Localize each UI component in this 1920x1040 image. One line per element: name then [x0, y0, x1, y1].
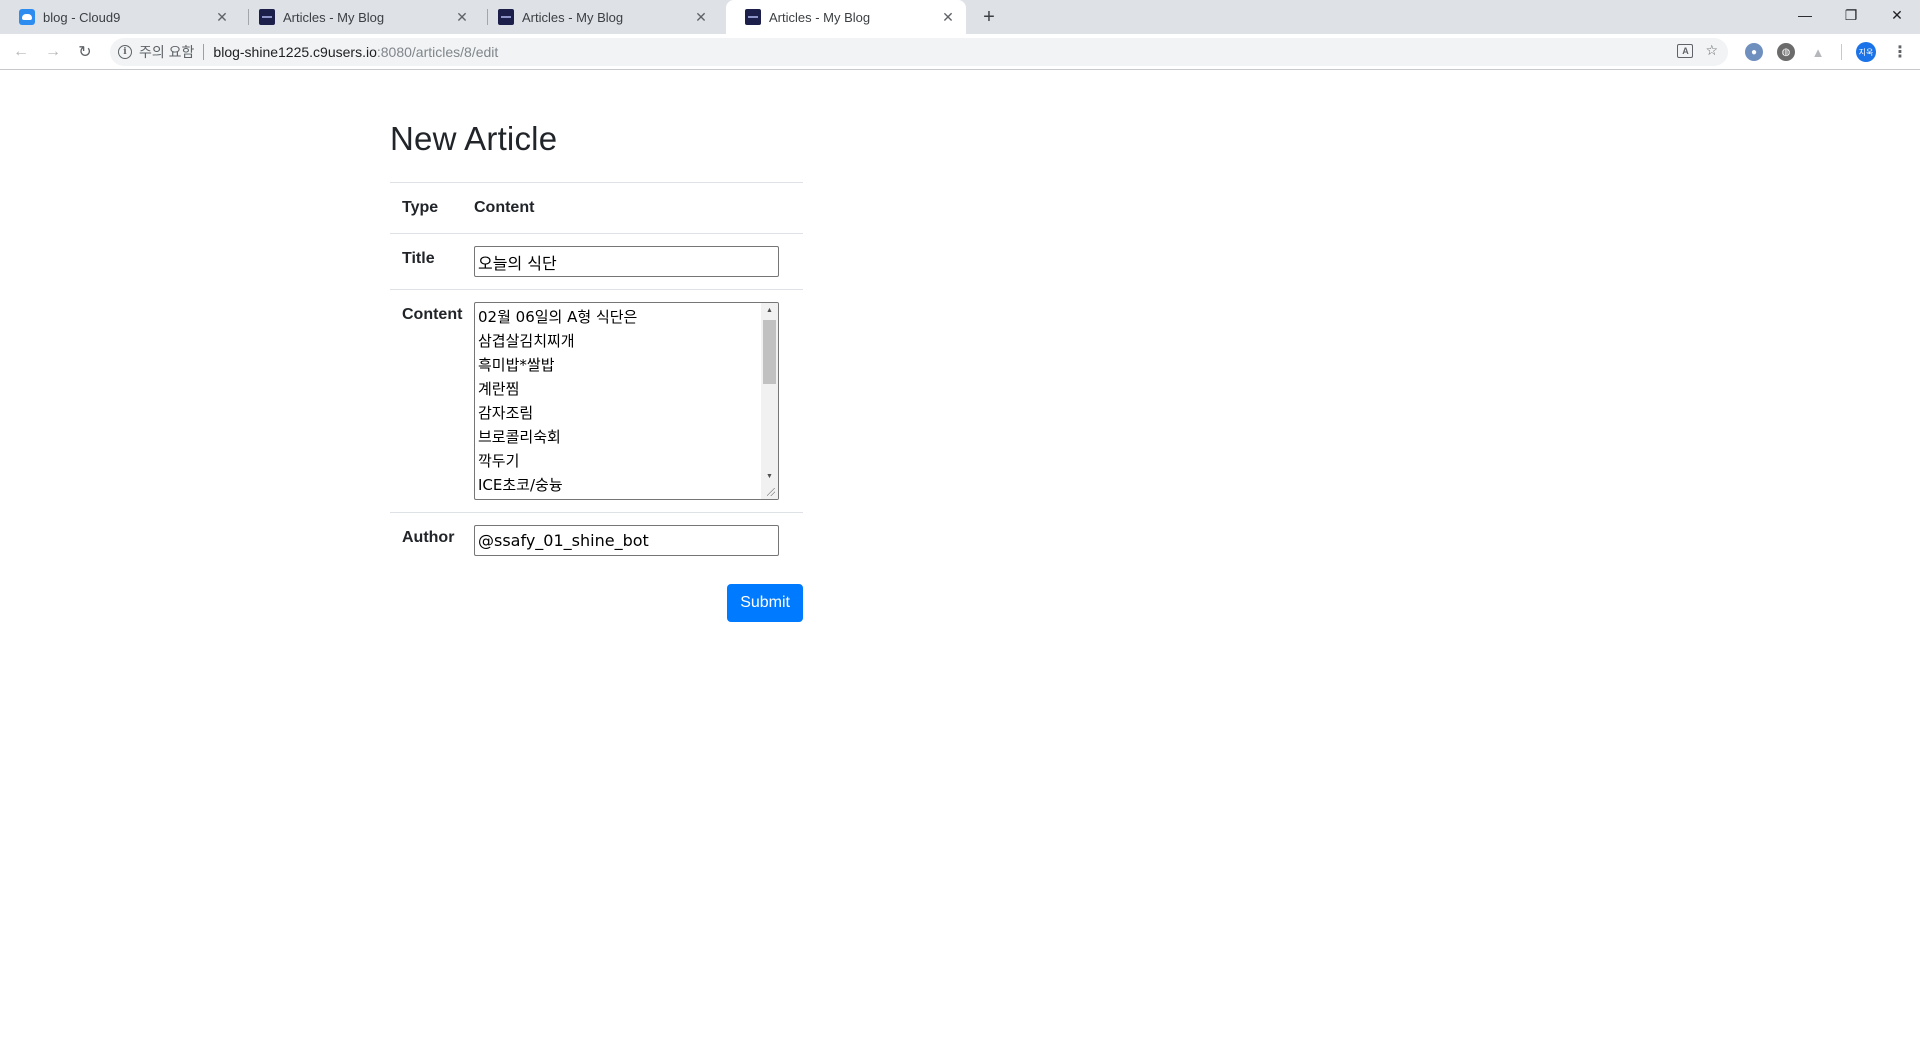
content-line: 삼겹살김치찌개	[478, 332, 575, 350]
page-title: New Article	[390, 120, 558, 157]
scroll-up-arrow-icon[interactable]: ▲	[761, 303, 778, 318]
content-textarea[interactable]: 02월 06일의 A형 식단은삼겹살김치찌개흑미밥*쌀밥계란찜감자조림브로콜리숙…	[474, 302, 779, 500]
textarea-scrollbar[interactable]: ▲ ▼	[761, 303, 778, 499]
close-icon[interactable]: ✕	[940, 9, 956, 25]
restore-icon[interactable]: ❐	[1828, 0, 1874, 30]
extension-icon[interactable]: ●	[1745, 43, 1763, 61]
bookmark-star-icon[interactable]: ☆	[1705, 42, 1718, 59]
info-icon[interactable]: i	[118, 45, 132, 59]
submit-button[interactable]: Submit	[727, 584, 803, 622]
column-header-content: Content	[474, 182, 803, 234]
address-divider	[203, 44, 205, 60]
url-path: :8080/articles/8/edit	[376, 44, 499, 60]
content-line: 감자조림	[478, 404, 534, 422]
scroll-down-arrow-icon[interactable]: ▼	[761, 469, 778, 484]
content-label: Content	[390, 289, 474, 513]
close-icon[interactable]: ✕	[693, 9, 709, 25]
blog-favicon-icon	[745, 9, 761, 25]
author-label: Author	[390, 512, 474, 568]
content-line: 깍두기	[478, 452, 520, 470]
new-tab-icon[interactable]: +	[977, 5, 1001, 29]
resize-grip-icon[interactable]	[761, 484, 778, 499]
column-header-type: Type	[390, 182, 474, 234]
security-status[interactable]: 주의 요함	[139, 42, 194, 62]
title-row: Title	[390, 234, 803, 290]
author-input[interactable]	[474, 525, 779, 556]
browser-toolbar: ← → ↻ i 주의 요함 blog-shine1225.c9users.io:…	[0, 34, 1920, 70]
content-line: ICE초코/숭늉	[478, 476, 563, 494]
content-line: 02월 06일의 A형 식단은	[478, 308, 638, 326]
page-container: New Article Type Content Title Content	[390, 70, 803, 622]
url-host: blog-shine1225.c9users.io	[213, 44, 377, 60]
reload-icon[interactable]: ↻	[73, 40, 97, 64]
content-line: 브로콜리숙회	[478, 428, 561, 446]
submit-row: Submit	[390, 584, 803, 622]
author-row: Author	[390, 512, 803, 568]
close-icon[interactable]: ✕	[454, 9, 470, 25]
title-label: Title	[402, 250, 435, 267]
tab-title: Articles - My Blog	[283, 9, 385, 25]
extension-globe-icon[interactable]: ◍	[1777, 43, 1795, 61]
extension-icon[interactable]: ▲	[1809, 43, 1827, 61]
table-header-row: Type Content	[390, 182, 803, 234]
content-line: 흑미밥*쌀밥	[478, 356, 555, 374]
translate-icon[interactable]: A	[1677, 43, 1694, 58]
toolbar-divider	[1841, 44, 1842, 60]
content-row: Content 02월 06일의 A형 식단은삼겹살김치찌개흑미밥*쌀밥계란찜감…	[390, 289, 803, 513]
blog-favicon-icon	[259, 9, 275, 25]
browser-tab[interactable]: blog - Cloud9 ✕	[0, 0, 240, 34]
article-form: Type Content Title Content 02월 06일의 A형 식…	[390, 182, 803, 622]
close-icon[interactable]: ✕	[214, 9, 230, 25]
forward-arrow-icon[interactable]: →	[41, 40, 65, 64]
profile-avatar[interactable]: 지욱	[1856, 42, 1876, 62]
browser-tab-active[interactable]: Articles - My Blog ✕	[726, 0, 966, 34]
blog-favicon-icon	[498, 9, 514, 25]
minimize-icon[interactable]: —	[1782, 0, 1828, 30]
tab-title: Articles - My Blog	[522, 9, 624, 25]
browser-tab[interactable]: Articles - My Blog ✕	[240, 0, 480, 34]
scroll-thumb[interactable]	[763, 320, 776, 384]
content-line: 계란찜	[478, 380, 520, 398]
tab-title: blog - Cloud9	[43, 9, 121, 25]
tab-title: Articles - My Blog	[769, 9, 871, 25]
window-close-icon[interactable]: ✕	[1874, 0, 1920, 30]
address-bar[interactable]: i 주의 요함 blog-shine1225.c9users.io:8080/a…	[110, 38, 1728, 66]
browser-tab-strip: blog - Cloud9 ✕ Articles - My Blog ✕ Art…	[0, 0, 1920, 34]
menu-kebab-icon[interactable]: ⋮	[1888, 40, 1912, 64]
browser-tab[interactable]: Articles - My Blog ✕	[479, 0, 719, 34]
content-text[interactable]: 02월 06일의 A형 식단은삼겹살김치찌개흑미밥*쌀밥계란찜감자조림브로콜리숙…	[475, 303, 778, 499]
cloud9-icon	[19, 9, 35, 25]
back-arrow-icon[interactable]: ←	[9, 40, 33, 64]
article-form-table: Type Content Title Content 02월 06일의 A형 식…	[390, 182, 803, 568]
address-actions: A ☆	[1677, 42, 1718, 59]
title-input[interactable]	[474, 246, 779, 277]
